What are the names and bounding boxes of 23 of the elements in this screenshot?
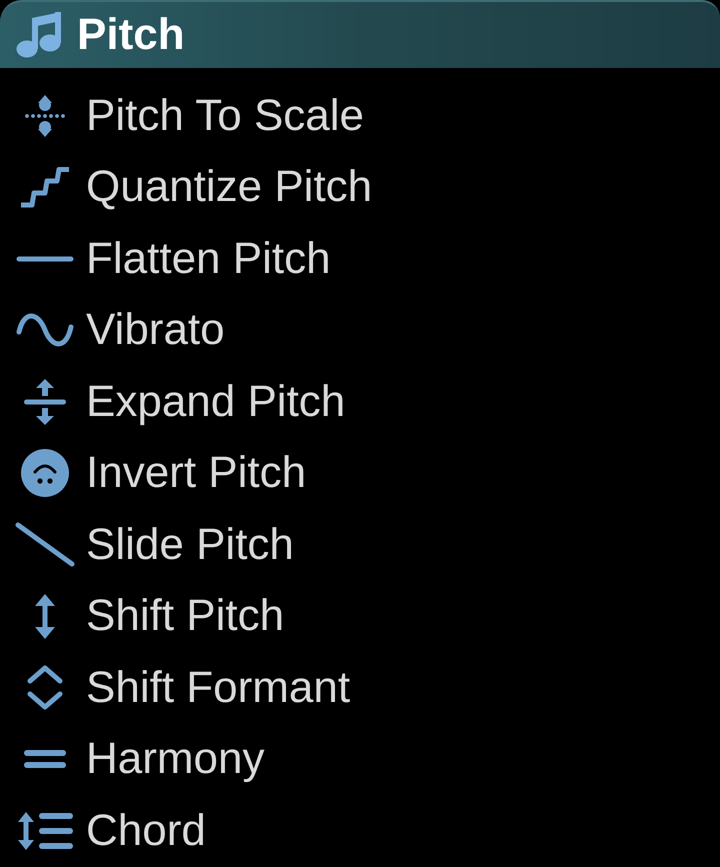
equals-icon bbox=[24, 750, 66, 768]
horizontal-line-icon bbox=[16, 256, 74, 262]
diagonal-line-icon bbox=[15, 522, 75, 568]
chevron-up-down-icon bbox=[27, 664, 63, 712]
menu-item[interactable]: Pitch To Scale bbox=[0, 80, 372, 152]
staircase-icon bbox=[19, 166, 71, 208]
menu-item[interactable]: Vibrato bbox=[0, 294, 233, 366]
menu-item[interactable]: Flatten Pitch bbox=[0, 223, 339, 294]
menu-item[interactable]: Shift Formant bbox=[0, 652, 358, 724]
menu-item[interactable]: Harmony bbox=[0, 724, 272, 795]
menu-item[interactable]: Chord bbox=[0, 795, 214, 866]
menu-item[interactable]: Slide Pitch bbox=[0, 509, 302, 580]
menu-item[interactable]: Quantize Pitch bbox=[0, 152, 380, 223]
arrow-list-icon bbox=[18, 810, 72, 851]
music-note-icon bbox=[15, 12, 63, 58]
expand-arrows-icon bbox=[24, 378, 66, 425]
dotted-line-arrows-icon bbox=[25, 94, 65, 138]
menu-item[interactable]: Invert Pitch bbox=[0, 438, 314, 509]
menu-item[interactable]: Expand Pitch bbox=[0, 366, 354, 438]
header-title: Pitch bbox=[77, 13, 185, 57]
upside-down-face-icon bbox=[21, 449, 69, 498]
vertical-double-arrow-icon bbox=[34, 592, 56, 640]
menu-item[interactable]: Shift Pitch bbox=[0, 580, 292, 652]
